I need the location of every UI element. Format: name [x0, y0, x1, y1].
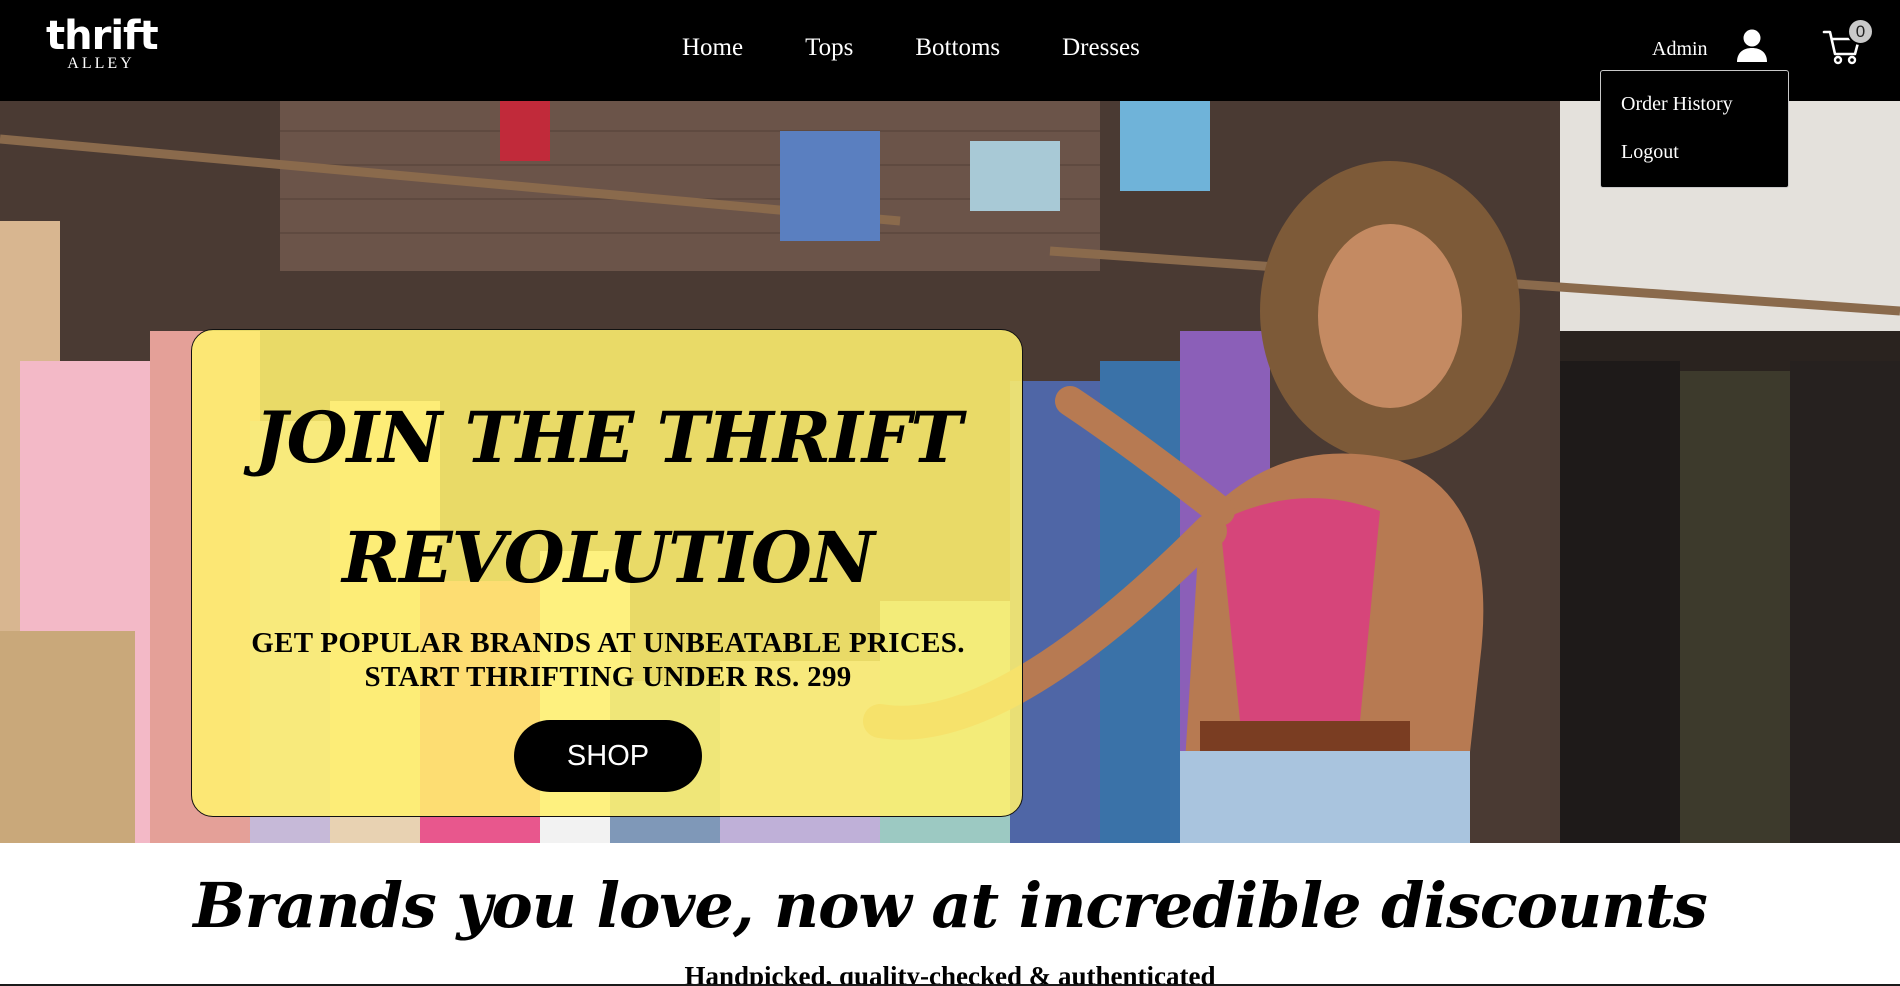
menu-item-logout[interactable]: Logout	[1621, 139, 1679, 165]
hero-heading-line-2: REVOLUTION	[342, 516, 875, 599]
nav-link-tops[interactable]: Tops	[805, 32, 853, 64]
cart-count-badge: 0	[1847, 18, 1874, 45]
promo-card: JOIN THE THRIFT REVOLUTION GET POPULAR B…	[191, 329, 1023, 817]
brands-section-subtitle: Handpicked, quality-checked & authentica…	[684, 961, 1216, 986]
hero-subtitle-line-1: GET POPULAR BRANDS AT UNBEATABLE PRICES.	[251, 627, 965, 659]
admin-username-label[interactable]: Admin	[1652, 36, 1708, 62]
hero-subtitle-line-2: START THRIFTING UNDER RS. 299	[364, 661, 852, 693]
nav-link-home[interactable]: Home	[682, 32, 743, 64]
brands-section-title: Brands you love, now at incredible disco…	[193, 869, 1707, 942]
hero-heading: JOIN THE THRIFT REVOLUTION	[192, 378, 1024, 618]
nav-link-dresses[interactable]: Dresses	[1062, 32, 1140, 64]
hero-heading-line-1: JOIN THE THRIFT	[254, 396, 962, 479]
nav-link-bottoms[interactable]: Bottoms	[915, 32, 1000, 64]
hero-banner: JOIN THE THRIFT REVOLUTION GET POPULAR B…	[0, 101, 1900, 843]
main-nav: Home Tops Bottoms Dresses	[682, 32, 1140, 64]
shop-button[interactable]: SHOP	[514, 720, 702, 792]
user-icon[interactable]	[1735, 28, 1769, 64]
logo-wordmark: thrift	[46, 13, 159, 59]
user-dropdown-menu: Order History Logout	[1600, 70, 1789, 188]
menu-item-order-history[interactable]: Order History	[1621, 91, 1733, 117]
thrift-alley-logo[interactable]: thrift ALLEY	[46, 13, 159, 72]
hero-subtitle: GET POPULAR BRANDS AT UNBEATABLE PRICES.…	[192, 626, 1024, 694]
